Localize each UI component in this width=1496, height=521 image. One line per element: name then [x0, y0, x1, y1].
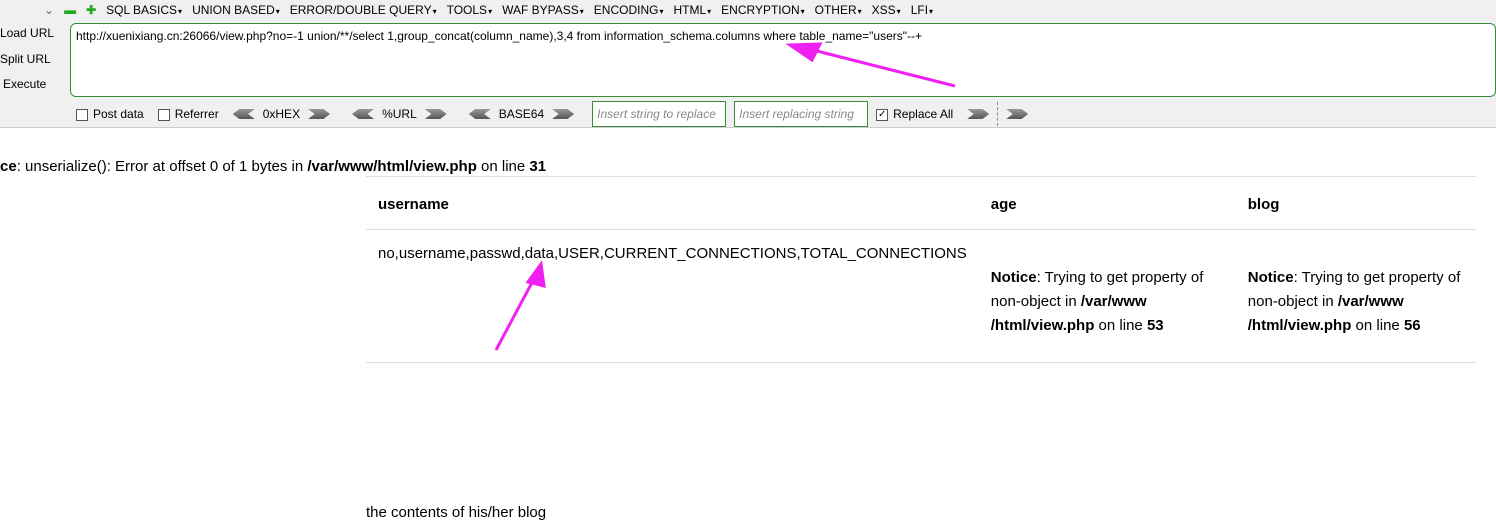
annotation-arrow-url	[804, 46, 956, 88]
arrowhead-icon	[785, 42, 823, 63]
arrowhead-icon	[525, 260, 546, 288]
annotation-arrow-result	[494, 274, 538, 351]
annotation-arrows	[494, 42, 956, 351]
